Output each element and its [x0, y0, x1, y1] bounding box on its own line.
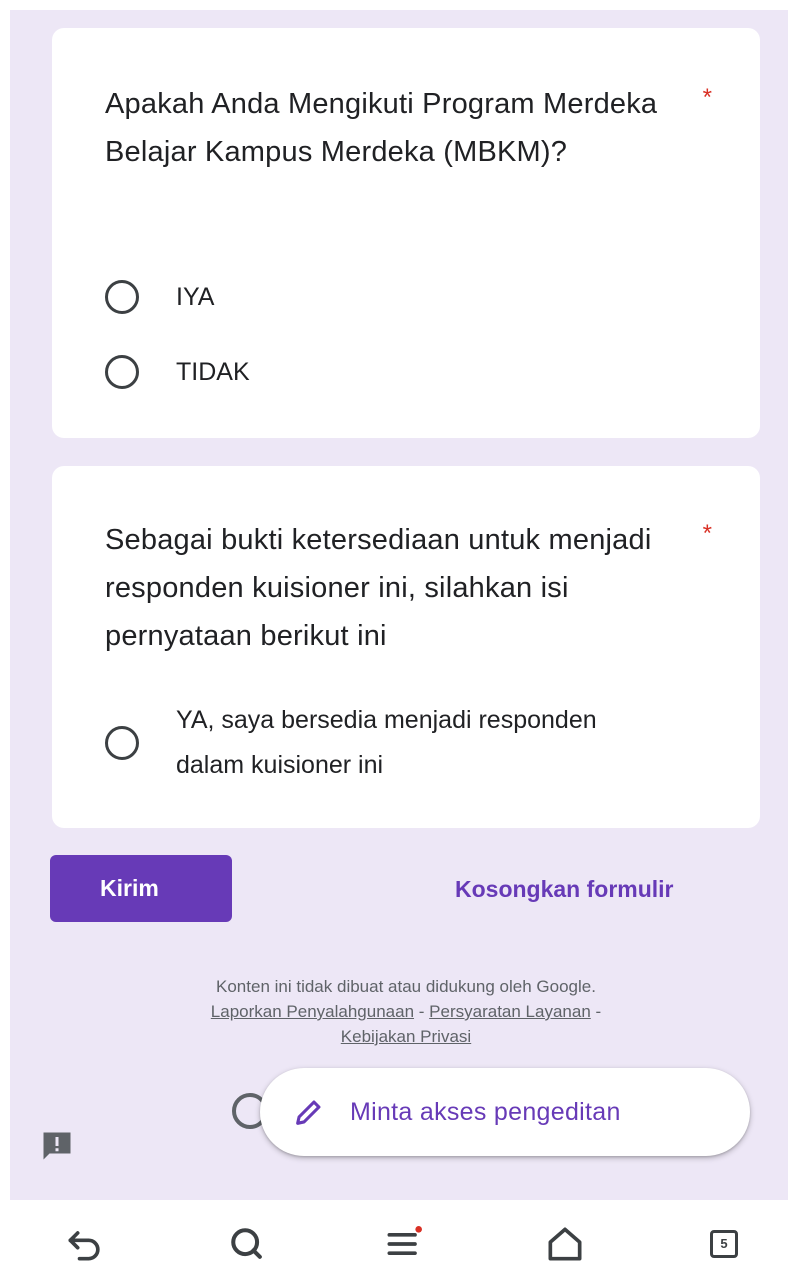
option-label: YA, saya bersedia menjadi responden dala…: [176, 706, 597, 779]
question-card-consent: Sebagai bukti ketersediaan untuk menjadi…: [52, 466, 760, 828]
home-icon[interactable]: [543, 1222, 587, 1266]
required-asterisk: *: [702, 520, 712, 547]
feedback-icon[interactable]: [39, 1128, 75, 1164]
privacy-link[interactable]: Kebijakan Privasi: [341, 1027, 471, 1046]
back-icon[interactable]: [63, 1222, 107, 1266]
option-label: TIDAK: [176, 357, 250, 386]
radio-button[interactable]: [105, 355, 139, 389]
footer-links: Laporkan Penyalahgunaan - Persyaratan La…: [52, 999, 760, 1024]
browser-bottom-bar: 5: [0, 1200, 789, 1287]
form-page: Apakah Anda Mengikuti Program Merdeka Be…: [10, 10, 788, 1200]
radio-button[interactable]: [105, 280, 139, 314]
option-iya[interactable]: IYA: [105, 280, 214, 314]
menu-icon[interactable]: [382, 1222, 426, 1266]
question-title: Apakah Anda Mengikuti Program Merdeka Be…: [105, 88, 658, 168]
separator: -: [595, 1002, 602, 1021]
clear-form-link[interactable]: Kosongkan formulir: [455, 876, 674, 903]
tab-count: 5: [710, 1230, 738, 1258]
search-icon[interactable]: [225, 1222, 269, 1266]
form-footer: Konten ini tidak dibuat atau didukung ol…: [52, 974, 760, 1049]
question-card-mbkm: Apakah Anda Mengikuti Program Merdeka Be…: [52, 28, 760, 438]
submit-button[interactable]: Kirim: [50, 855, 232, 922]
pencil-icon: [296, 1100, 321, 1125]
report-abuse-link[interactable]: Laporkan Penyalahgunaan: [211, 1002, 414, 1021]
disclaimer-text: Konten ini tidak dibuat atau didukung ol…: [216, 977, 596, 996]
option-label: IYA: [176, 282, 215, 311]
option-ya-bersedia[interactable]: YA, saya bersedia menjadi responden dala…: [105, 698, 636, 788]
separator: -: [418, 1002, 425, 1021]
request-edit-access-label: Minta akses pengeditan: [350, 1097, 621, 1126]
required-asterisk: *: [702, 84, 712, 111]
notification-dot: [415, 1226, 422, 1233]
question-title: Sebagai bukti ketersediaan untuk menjadi…: [105, 524, 652, 652]
terms-link[interactable]: Persyaratan Layanan: [429, 1002, 591, 1021]
tabs-icon[interactable]: 5: [702, 1222, 746, 1266]
option-tidak[interactable]: TIDAK: [105, 355, 250, 389]
request-edit-access-button[interactable]: Minta akses pengeditan: [260, 1068, 750, 1156]
radio-button[interactable]: [105, 726, 139, 760]
